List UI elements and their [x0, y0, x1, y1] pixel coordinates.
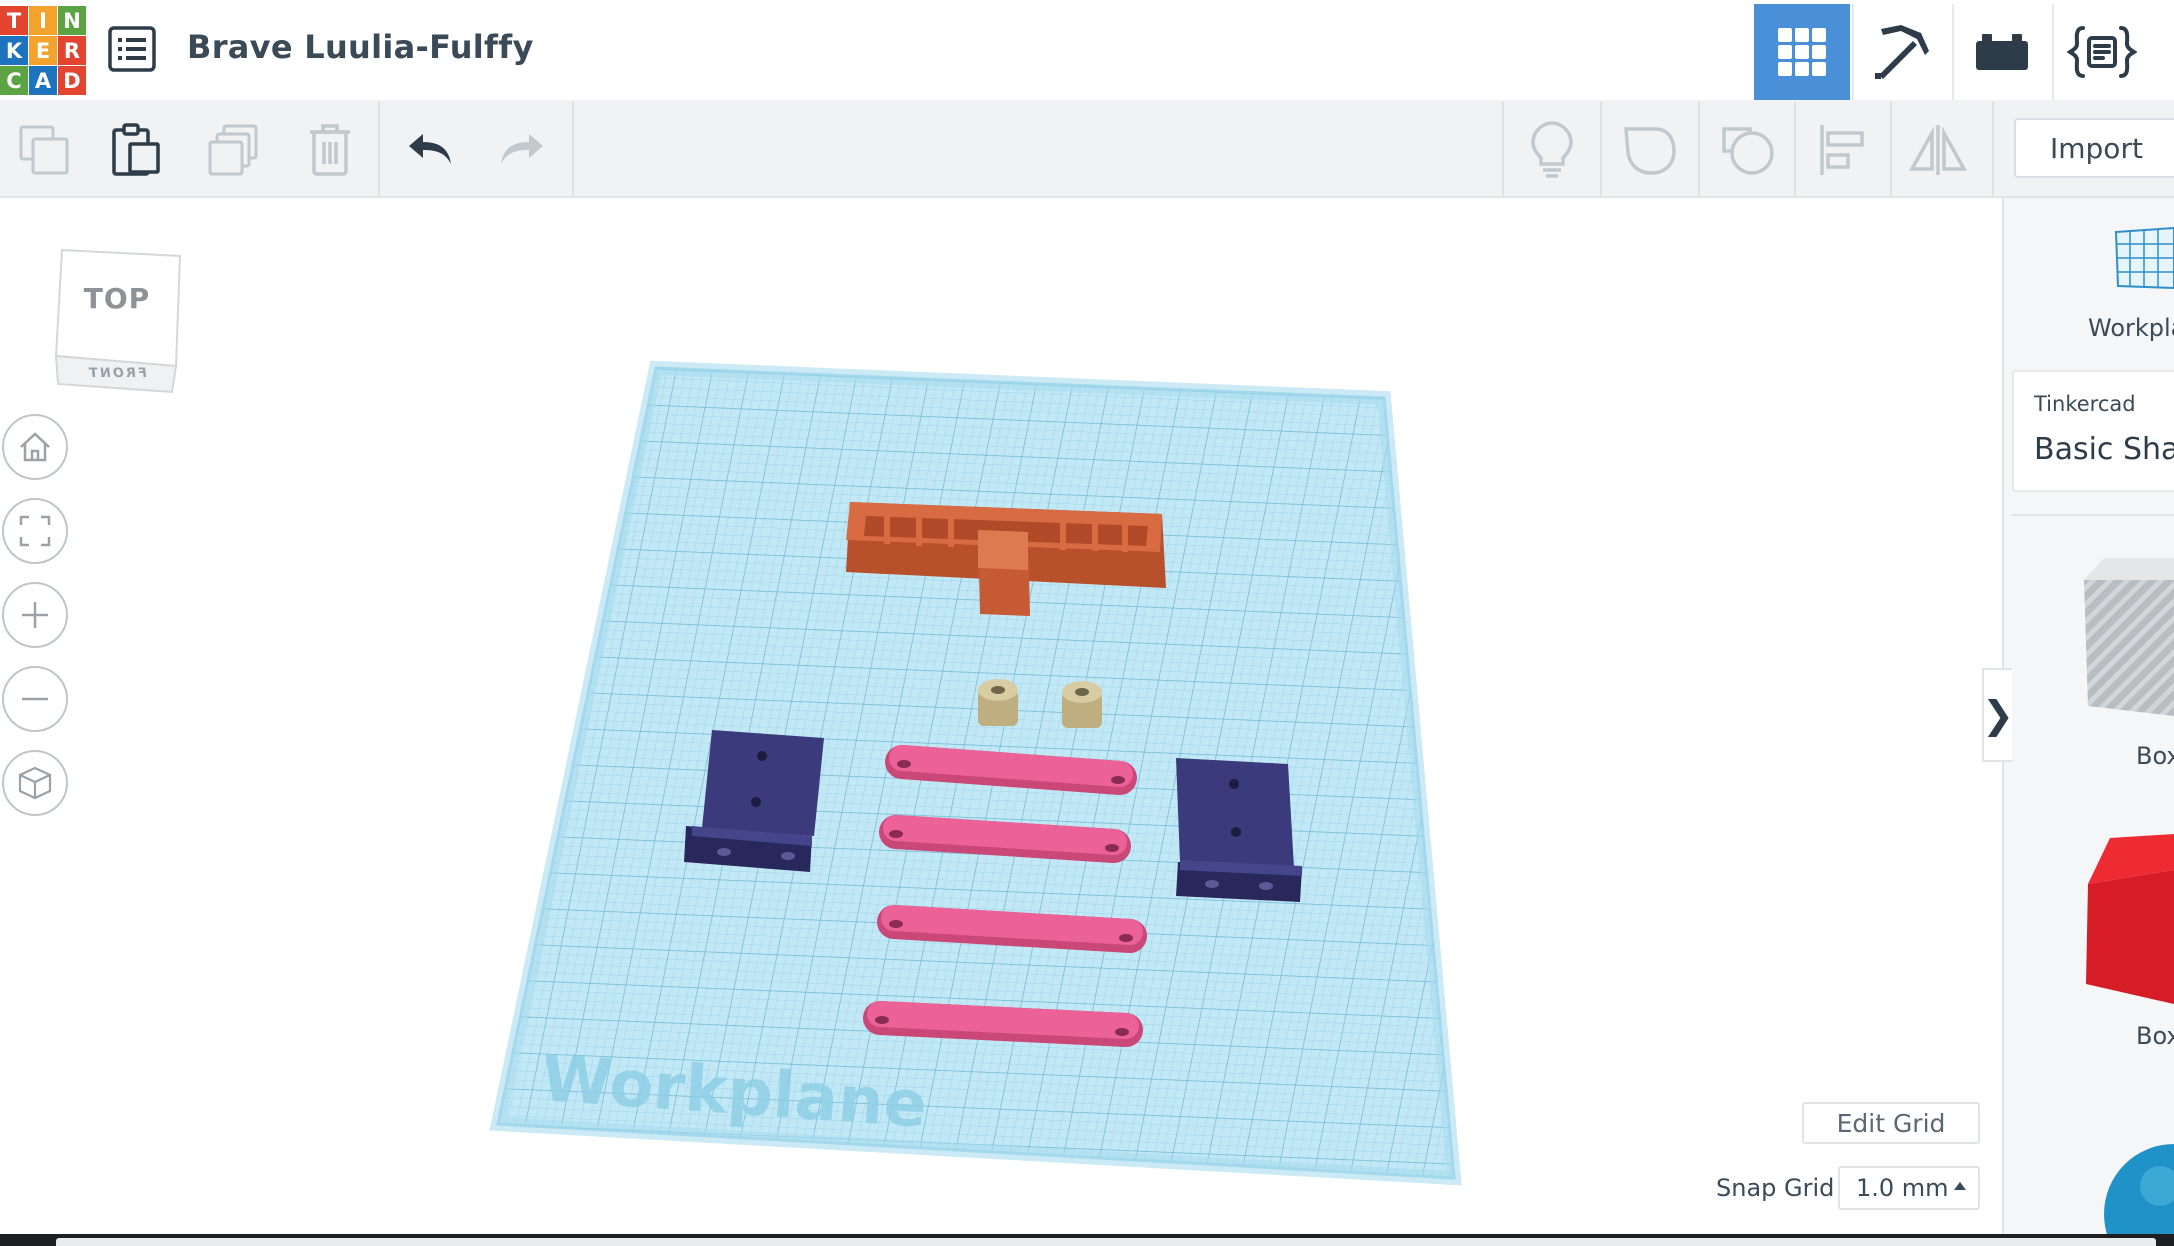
snap-grid-label: Snap Grid	[1716, 1174, 1835, 1202]
panel-collapse-toggle[interactable]: ❯	[1982, 668, 2014, 762]
divider	[2012, 514, 2174, 516]
library-subtitle: Tinkercad	[2034, 392, 2136, 416]
home-view-button[interactable]	[2, 414, 68, 480]
shape-library-selector[interactable]	[2012, 370, 2174, 492]
workplane-tool-icon[interactable]	[2112, 224, 2174, 290]
zoom-in-button[interactable]	[2, 582, 68, 648]
chevron-right-icon: ❯	[1982, 693, 2014, 737]
navy-bracket-right[interactable]	[1176, 758, 1302, 902]
perspective-toggle-button[interactable]	[2, 750, 68, 816]
pink-link-1[interactable]	[885, 745, 1137, 795]
perspective-cube-icon	[18, 766, 52, 800]
zoom-in-icon	[22, 602, 48, 628]
shape-box-red[interactable]	[2080, 834, 2174, 1004]
fit-view-button[interactable]	[2, 498, 68, 564]
pink-link-2[interactable]	[879, 815, 1131, 863]
zoom-out-icon	[22, 697, 48, 701]
beige-spacer-right[interactable]	[1062, 681, 1102, 728]
codeblocks-view-button[interactable]	[2054, 4, 2150, 100]
horizontal-scrollbar[interactable]	[56, 1238, 2156, 1246]
shape-sphere-blue[interactable]	[2100, 1140, 2174, 1236]
snap-grid-select[interactable]: 1.0 mm	[1838, 1166, 1980, 1210]
caret-up-icon	[1954, 1182, 1966, 1190]
library-title: Basic Shap	[2034, 432, 2174, 467]
snap-grid-value: 1.0 mm	[1856, 1174, 1949, 1202]
shapes-panel	[2002, 198, 2174, 1236]
beige-spacer-left[interactable]	[978, 679, 1018, 726]
shape-label-box-red: Box	[2136, 1022, 2174, 1050]
shape-box-grey[interactable]	[2080, 556, 2174, 716]
workplane-scene[interactable]: Workplane	[0, 0, 2002, 1236]
import-button[interactable]: Import	[2014, 118, 2174, 178]
home-icon	[20, 432, 50, 462]
shape-label-box-grey: Box	[2136, 742, 2174, 770]
workplane-tool-label[interactable]: Workpla	[2088, 314, 2174, 342]
pink-link-4[interactable]	[863, 1001, 1143, 1047]
fit-view-icon	[19, 515, 51, 547]
pink-link-3[interactable]	[877, 905, 1147, 953]
viewcube-front-face[interactable]: FRONT	[51, 366, 183, 381]
code-braces-icon	[2067, 26, 2137, 78]
zoom-out-button[interactable]	[2, 666, 68, 732]
viewcube-top-face[interactable]: TOP	[52, 282, 182, 315]
edit-grid-button[interactable]: Edit Grid	[1802, 1102, 1980, 1144]
